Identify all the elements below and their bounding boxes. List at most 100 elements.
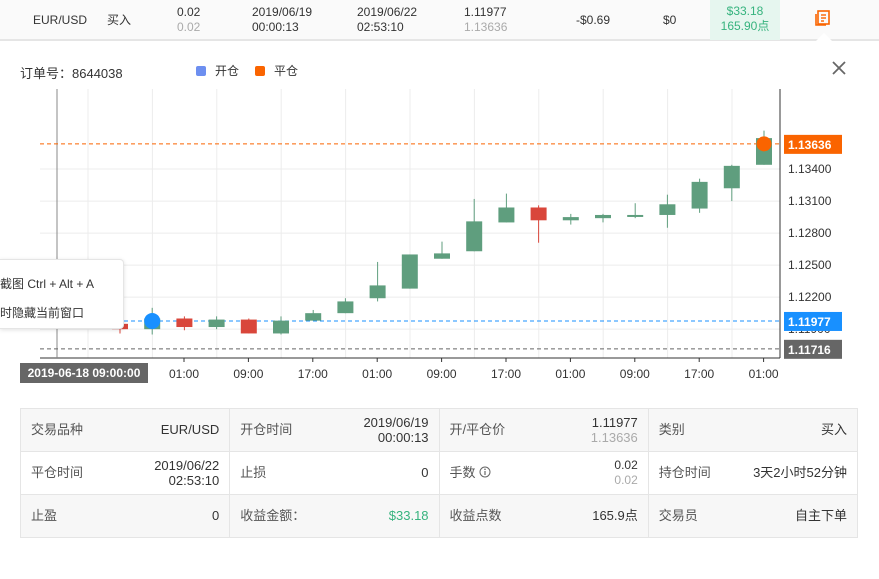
info-value: 165.9点: [592, 508, 638, 523]
info-label: 收益点数: [449, 508, 502, 523]
candle-body: [466, 221, 483, 252]
info-row-2: 平仓时间 2019/06/22 02:53:10 止损 0 手数 0.02 0.02 持…: [19, 451, 859, 495]
info-hold-time: 持仓时间 3天2小时52分钟: [647, 451, 859, 495]
candle-body: [305, 313, 322, 321]
close-marker: [756, 136, 772, 152]
candle-body: [369, 285, 386, 299]
candle-body: [337, 301, 354, 314]
trade-open-time: 00:00:13: [252, 20, 299, 34]
info-value: 1.11977 1.13636: [591, 409, 638, 445]
info-value: 2019/06/19 00:00:13: [363, 409, 428, 445]
candlestick-chart[interactable]: 1.13400 1.13100 1.12800 1.12500 1.12200 1.119…: [0, 81, 879, 386]
info-profit: 收益金额： $33.18: [229, 494, 440, 538]
candle-body: [498, 207, 515, 223]
info-value: 0: [421, 465, 429, 480]
x-tick-label: 09:00: [427, 367, 457, 381]
info-trader: 交易员 自主下单: [647, 494, 859, 538]
price-tag-label: 1.11977: [788, 315, 831, 329]
y-tick-label: 1.12800: [788, 226, 832, 240]
info-label: 开仓时间: [240, 422, 293, 437]
trade-profit-cell: $33.18 165.90点: [710, 0, 780, 40]
info-value: 0.02 0.02: [614, 452, 637, 488]
candle-body: [401, 254, 418, 289]
info-symbol: 交易品种 EUR/USD: [19, 408, 231, 452]
info-prices: 开/平仓价 1.11977 1.13636: [438, 408, 649, 452]
candle-body: [530, 207, 547, 221]
info-value: EUR/USD: [160, 422, 220, 437]
candle-body: [659, 204, 676, 215]
trade-open-price: 1.11977: [464, 5, 507, 19]
screenshot-tooltip: 截图 Ctrl + Alt + A 时隐藏当前窗口: [0, 259, 124, 329]
legend-open-swatch: [196, 65, 206, 76]
info-value-line1: 2019/06/19: [363, 415, 429, 430]
trade-lots-open: 0.02: [177, 5, 201, 19]
y-tick-label: 1.12200: [788, 290, 832, 304]
price-tag-label: 1.11716: [788, 343, 831, 357]
info-label: 交易员: [658, 508, 698, 523]
candle-body: [208, 319, 225, 328]
info-stop-loss: 止损 0: [229, 451, 440, 495]
trade-close-time: 02:53:10: [357, 20, 404, 34]
legend-close[interactable]: 平仓: [255, 62, 298, 79]
x-tick-label: 17:00: [491, 367, 521, 381]
info-value: 2019/06/22 02:53:10: [154, 452, 219, 488]
trade-symbol: EUR/USD: [33, 13, 88, 27]
info-label: 类别: [658, 422, 685, 437]
x-tick-label: 01:00: [362, 367, 392, 381]
info-label: 平仓时间: [31, 465, 84, 480]
document-icon[interactable]: [815, 9, 831, 27]
trade-commission: $0: [663, 13, 677, 27]
info-value: $33.18: [388, 508, 429, 523]
info-label: 开/平仓价: [449, 422, 506, 437]
candle-body: [273, 320, 289, 334]
info-value-line1: 2019/06/22: [154, 458, 220, 473]
candle-body: [434, 253, 450, 259]
candle-body: [595, 214, 611, 219]
info-row-1: 交易品种 EUR/USD 开仓时间 2019/06/19 00:00:13 开/平仓价…: [19, 408, 859, 452]
legend-open[interactable]: 开仓: [196, 62, 239, 79]
x-tick-label: 09:00: [620, 367, 650, 381]
legend-close-swatch: [255, 65, 265, 76]
trade-row[interactable]: EUR/USD 买入 0.02 0.02 2019/06/19 00:00:13…: [0, 0, 879, 40]
x-tick-label: 17:00: [298, 367, 328, 381]
crosshair-date-label: 2019-06-18 09:00:00: [28, 366, 141, 380]
info-label: 持仓时间: [658, 465, 711, 480]
legend-close-label: 平仓: [274, 64, 299, 78]
info-points: 收益点数 165.9点: [438, 494, 649, 538]
tooltip-line-2: 时隐藏当前窗口: [0, 306, 85, 320]
info-icon[interactable]: [479, 466, 491, 478]
info-value-line2: 1.13636: [590, 430, 638, 445]
info-value: 自主下单: [794, 508, 847, 523]
open-marker: [144, 312, 161, 329]
trade-points: 165.90点: [720, 19, 770, 33]
candle-body: [176, 318, 193, 328]
x-tick-label: 01:00: [749, 367, 779, 381]
y-tick-label: 1.12500: [788, 258, 832, 272]
info-lots: 手数 0.02 0.02: [438, 451, 649, 495]
x-tick-label: 09:00: [233, 367, 263, 381]
tooltip-line-1: 截图 Ctrl + Alt + A: [0, 277, 95, 291]
info-label: 收益金额：: [240, 508, 306, 523]
legend-open-label: 开仓: [215, 64, 240, 78]
x-tick-label: 01:00: [169, 367, 199, 381]
info-label-text: 手数: [449, 465, 476, 480]
y-tick-label: 1.13400: [788, 162, 832, 176]
info-value-line1: 0.02: [614, 458, 638, 472]
info-value: 买入: [820, 422, 847, 437]
close-icon[interactable]: [830, 59, 848, 77]
info-value: 3天2小时52分钟: [753, 465, 847, 480]
trade-open-date: 2019/06/19: [252, 5, 313, 19]
info-label: 手数: [450, 452, 492, 494]
info-take-profit: 止盈 0: [19, 494, 231, 538]
price-tag-label: 1.13636: [788, 138, 832, 152]
info-label: 止盈: [31, 508, 58, 523]
info-label: 交易品种: [31, 422, 84, 437]
candle-body: [627, 214, 644, 217]
info-value-line2: 02:53:10: [168, 473, 220, 488]
info-open-time: 开仓时间 2019/06/19 00:00:13: [229, 408, 440, 452]
info-row-3: 止盈 0 收益金额： $33.18 收益点数 165.9点 交易员 自主下单: [19, 494, 859, 538]
order-info-table: 交易品种 EUR/USD 开仓时间 2019/06/19 00:00:13 开/平仓价…: [19, 408, 859, 538]
candle-body: [240, 319, 257, 334]
order-number: 订单号：8644038: [20, 66, 123, 81]
candle-body: [562, 217, 579, 221]
